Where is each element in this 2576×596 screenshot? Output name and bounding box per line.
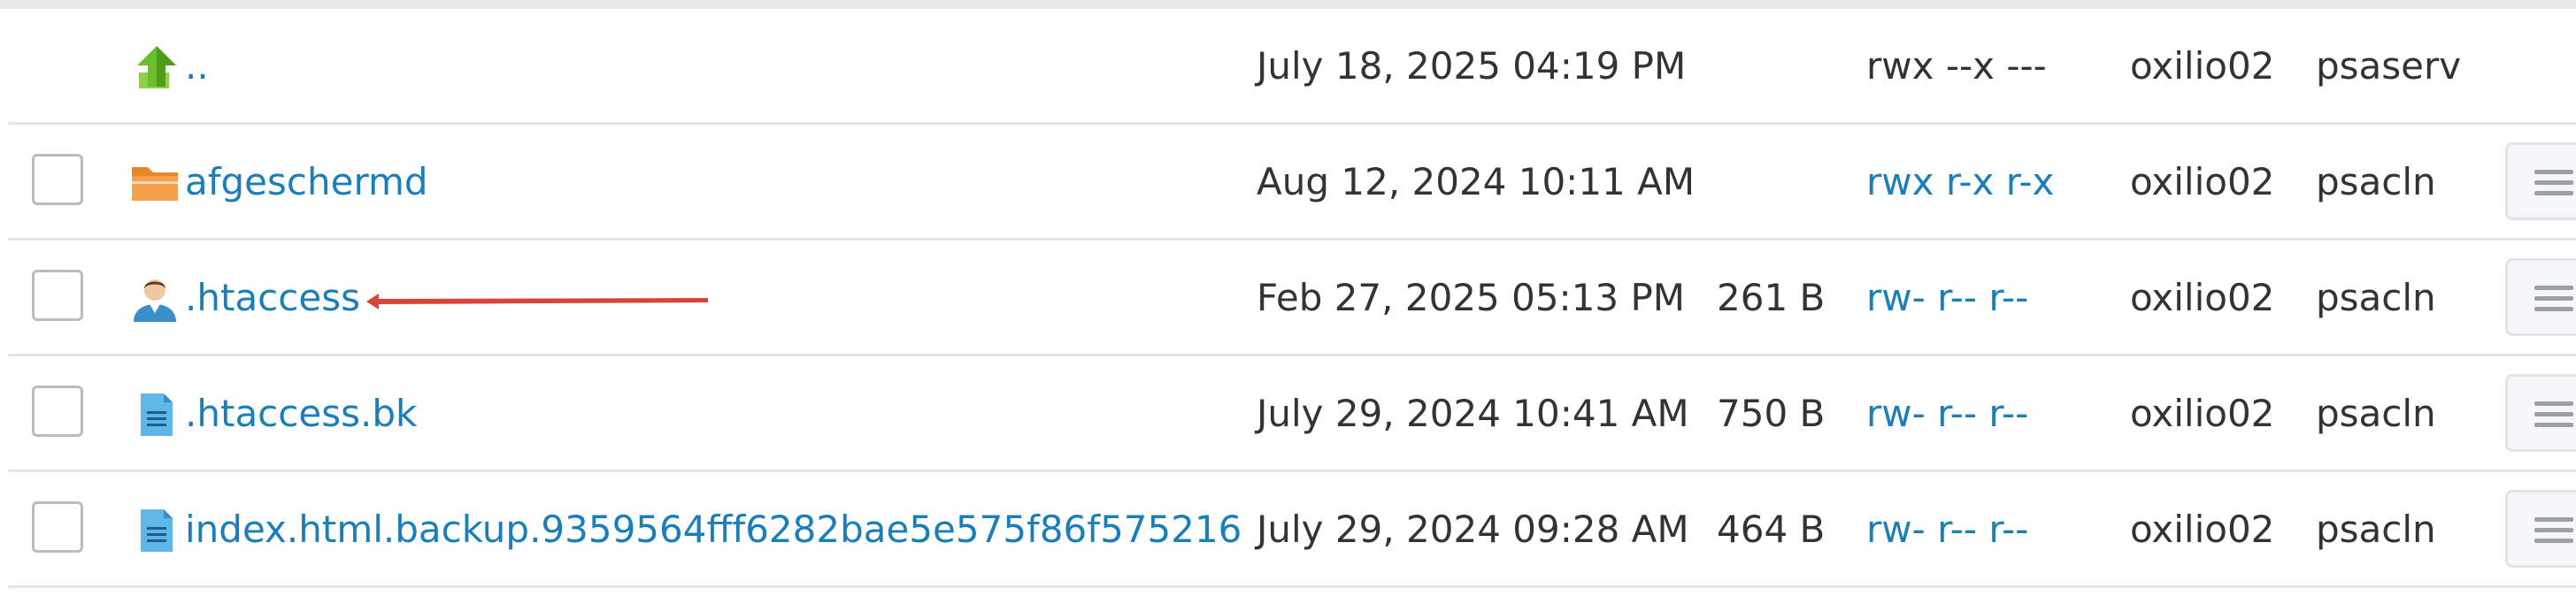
file-name-link[interactable]: .htaccess [185, 241, 360, 354]
file-name-link[interactable]: index.html.backup.9359564fff6282bae5e575… [185, 472, 1242, 585]
group: psaserv [2316, 43, 2462, 88]
menu-bar [2534, 539, 2573, 543]
text-file-icon [141, 394, 173, 436]
up-arrow-icon [137, 46, 176, 88]
row-checkbox[interactable] [32, 386, 83, 437]
file-name-link[interactable]: afgeschermd [185, 125, 428, 238]
table-row[interactable]: index.html.backup.9359564fff6282bae5e575… [8, 472, 2576, 588]
permissions-link[interactable]: rw- r-- r-- [1866, 472, 2028, 585]
modified-date: July 29, 2024 09:28 AM [1257, 507, 1689, 551]
modified-date: July 18, 2025 04:19 PM [1257, 43, 1687, 88]
group: psacln [2316, 159, 2436, 203]
owner: oxilio02 [2130, 391, 2275, 435]
file-size: 464 B [1717, 507, 1826, 551]
table-row[interactable]: .htaccess.bk July 29, 2024 10:41 AM 750 … [8, 356, 2576, 472]
group: psacln [2316, 275, 2436, 319]
permissions-link[interactable]: rw- r-- r-- [1866, 241, 2028, 354]
menu-bar [2534, 401, 2573, 406]
row-checkbox[interactable] [32, 270, 83, 321]
modified-date: Aug 12, 2024 10:11 AM [1257, 159, 1696, 203]
menu-bar [2534, 423, 2573, 427]
owner: oxilio02 [2130, 507, 2275, 551]
permissions-link[interactable]: rwx r-x r-x [1866, 125, 2054, 238]
group: psacln [2316, 391, 2436, 435]
menu-bar [2534, 412, 2573, 416]
menu-bar [2534, 307, 2573, 311]
menu-bar [2534, 528, 2573, 532]
table-row[interactable]: afgeschermd Aug 12, 2024 10:11 AM rwx r-… [8, 125, 2576, 241]
owner: oxilio02 [2130, 159, 2275, 203]
group: psacln [2316, 507, 2436, 551]
menu-bar [2534, 170, 2573, 174]
row-menu-button[interactable] [2505, 258, 2576, 336]
row-menu-button[interactable] [2505, 142, 2576, 220]
file-name-link[interactable]: .htaccess.bk [185, 356, 417, 470]
user-icon [134, 279, 176, 322]
permissions: rwx --x --- [1866, 43, 2047, 88]
menu-bar [2534, 517, 2573, 522]
file-name-link[interactable]: .. [185, 9, 209, 122]
table-top-border [0, 0, 2576, 9]
file-size: 261 B [1717, 275, 1826, 319]
menu-bar [2534, 296, 2573, 301]
modified-date: July 29, 2024 10:41 AM [1257, 391, 1689, 435]
folder-icon [132, 167, 178, 201]
row-checkbox[interactable] [32, 501, 83, 553]
owner: oxilio02 [2130, 275, 2275, 319]
modified-date: Feb 27, 2025 05:13 PM [1257, 275, 1686, 319]
menu-bar [2534, 286, 2573, 290]
owner: oxilio02 [2130, 43, 2275, 88]
text-file-icon [141, 509, 173, 552]
file-manager-view: .. July 18, 2025 04:19 PM rwx --x --- ox… [0, 0, 2576, 596]
row-menu-button[interactable] [2505, 490, 2576, 568]
file-size: 750 B [1717, 391, 1826, 435]
menu-bar [2534, 191, 2573, 195]
annotation-arrow-icon [366, 294, 708, 309]
table-row[interactable]: .. July 18, 2025 04:19 PM rwx --x --- ox… [8, 9, 2576, 125]
row-checkbox[interactable] [32, 154, 83, 205]
menu-bar [2534, 180, 2573, 185]
permissions-link[interactable]: rw- r-- r-- [1866, 356, 2028, 470]
row-menu-button[interactable] [2505, 374, 2576, 452]
